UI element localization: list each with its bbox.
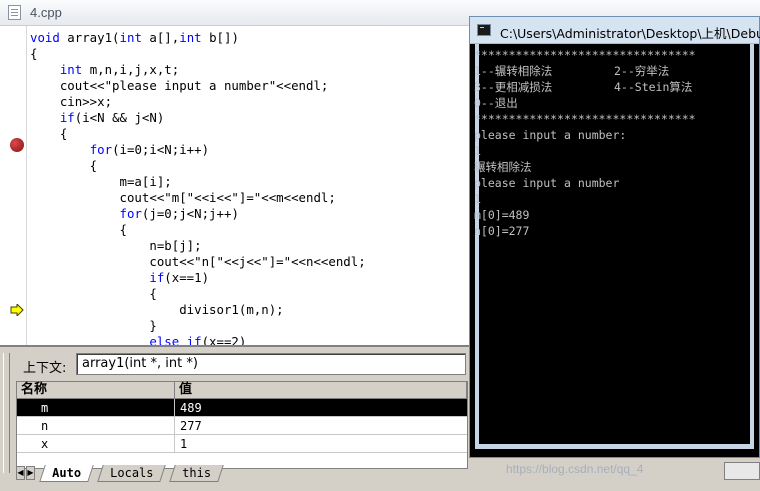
code-line[interactable]: n=b[j];: [30, 238, 470, 254]
console-menu-row: 3--更相减损法 4--Stein算法: [474, 79, 754, 95]
console-output-line: please input a number:: [474, 128, 627, 142]
panel-grip[interactable]: [3, 353, 10, 473]
code-line[interactable]: {: [30, 222, 470, 238]
console-output-line: 辗转相除法: [474, 160, 532, 174]
console-title-bar[interactable]: C:\Users\Administrator\Desktop\上机\Debug\: [470, 17, 760, 44]
console-output-line: n[0]=277: [474, 224, 530, 238]
tab-label: Auto: [52, 466, 82, 480]
variable-name: m: [17, 399, 175, 416]
console-title: C:\Users\Administrator\Desktop\上机\Debug\: [500, 26, 760, 41]
console-menu-item: 0--退出: [474, 96, 518, 110]
code-line[interactable]: else if(x==2): [30, 334, 470, 345]
code-keyword: int: [179, 30, 202, 45]
code-line[interactable]: m=a[i];: [30, 174, 470, 190]
table-row[interactable]: n 277: [17, 417, 467, 435]
code-keyword: if: [186, 334, 202, 345]
console-stars-line: ********************************: [474, 112, 696, 126]
code-line[interactable]: cout<<"please input a number"<<endl;: [30, 78, 470, 94]
column-header-value[interactable]: 值: [175, 382, 467, 398]
console-menu-item: 4--Stein算法: [614, 80, 693, 94]
variable-value[interactable]: 1: [175, 435, 467, 452]
scrollbar-thumb[interactable]: [724, 462, 760, 480]
code-keyword: int: [59, 62, 83, 77]
code-line[interactable]: if(x==1): [30, 270, 470, 286]
code-line[interactable]: }: [30, 318, 470, 334]
tab-auto[interactable]: Auto: [39, 465, 94, 482]
console-output-line: 1: [474, 144, 481, 158]
console-stars-line: ********************************: [474, 48, 696, 62]
code-keyword: if: [149, 270, 165, 285]
console-output-line: 1: [474, 192, 481, 206]
console-output-line: please input a number: [474, 176, 620, 190]
tab-label: Locals: [110, 466, 154, 480]
console-menu-item: 3--更相减损法: [474, 80, 553, 94]
code-line[interactable]: {: [30, 46, 470, 62]
document-icon: [8, 5, 21, 20]
context-dropdown[interactable]: array1(int *, int *): [76, 353, 466, 375]
code-line[interactable]: if(i<N && j<N): [30, 110, 470, 126]
current-line-arrow-icon: [10, 304, 24, 316]
tab-this[interactable]: this: [169, 465, 224, 482]
code-line[interactable]: for(j=0;j<N;j++): [30, 206, 470, 222]
console-output-line: m[0]=489: [474, 208, 530, 222]
code-line[interactable]: cout<<"m["<<i<<"]="<<m<<endl;: [30, 190, 470, 206]
context-label: 上下文:: [23, 361, 67, 376]
variables-table: 名称 值 m 489 n 277 x 1: [16, 381, 468, 469]
code-line[interactable]: cout<<"n["<<j<<"]="<<n<<endl;: [30, 254, 470, 270]
breakpoint-icon[interactable]: [10, 138, 24, 152]
tab-locals[interactable]: Locals: [97, 465, 167, 482]
variables-table-body: m 489 n 277 x 1: [17, 399, 467, 453]
console-menu-row: 1--辗转相除法 2--穷举法: [474, 63, 754, 79]
code-line[interactable]: int m,n,i,j,x,t;: [30, 62, 470, 78]
code-line[interactable]: {: [30, 158, 470, 174]
console-window[interactable]: C:\Users\Administrator\Desktop\上机\Debug\…: [469, 16, 760, 458]
code-line[interactable]: for(i=0;i<N;i++): [30, 142, 470, 158]
code-line[interactable]: {: [30, 126, 470, 142]
variable-name: x: [17, 435, 175, 452]
code-keyword: for: [119, 206, 142, 221]
code-line[interactable]: cin>>x;: [30, 94, 470, 110]
variable-value[interactable]: 277: [175, 417, 467, 434]
code-line[interactable]: divisor1(m,n);: [30, 302, 470, 318]
tab-scroll-right-icon[interactable]: ▶: [26, 466, 35, 480]
table-row[interactable]: m 489: [17, 399, 467, 417]
console-menu-row: 0--退出: [474, 95, 754, 111]
console-output[interactable]: ******************************** 1--辗转相除法…: [474, 47, 754, 447]
tab-label: this: [182, 466, 212, 480]
variables-table-header: 名称 值: [17, 382, 467, 399]
code-keyword: else: [149, 334, 180, 345]
editor-gutter[interactable]: [0, 26, 27, 345]
code-keyword: for: [89, 142, 113, 157]
debug-tab-strip: ◀ ▶ Auto Locals this: [14, 465, 468, 483]
tab-scroll-left-icon[interactable]: ◀: [16, 466, 25, 480]
console-window-icon: [477, 24, 491, 36]
variable-name: n: [17, 417, 175, 434]
code-keyword: void: [30, 30, 60, 45]
console-menu-item: 1--辗转相除法: [474, 64, 553, 78]
column-header-name[interactable]: 名称: [17, 382, 175, 398]
variable-value[interactable]: 489: [175, 399, 467, 416]
code-keyword: int: [119, 30, 142, 45]
watermark-text: https://blog.csdn.net/qq_4: [506, 462, 644, 476]
code-line[interactable]: void array1(int a[],int b[]): [30, 30, 470, 46]
editor-file-name[interactable]: 4.cpp: [30, 5, 62, 20]
console-menu-item: 2--穷举法: [614, 64, 670, 78]
code-line[interactable]: {: [30, 286, 470, 302]
code-keyword: if: [59, 110, 75, 125]
code-area[interactable]: void array1(int a[],int b[]){ int m,n,i,…: [30, 30, 470, 345]
console-menu-item: [614, 95, 754, 111]
table-row[interactable]: x1: [17, 435, 467, 453]
